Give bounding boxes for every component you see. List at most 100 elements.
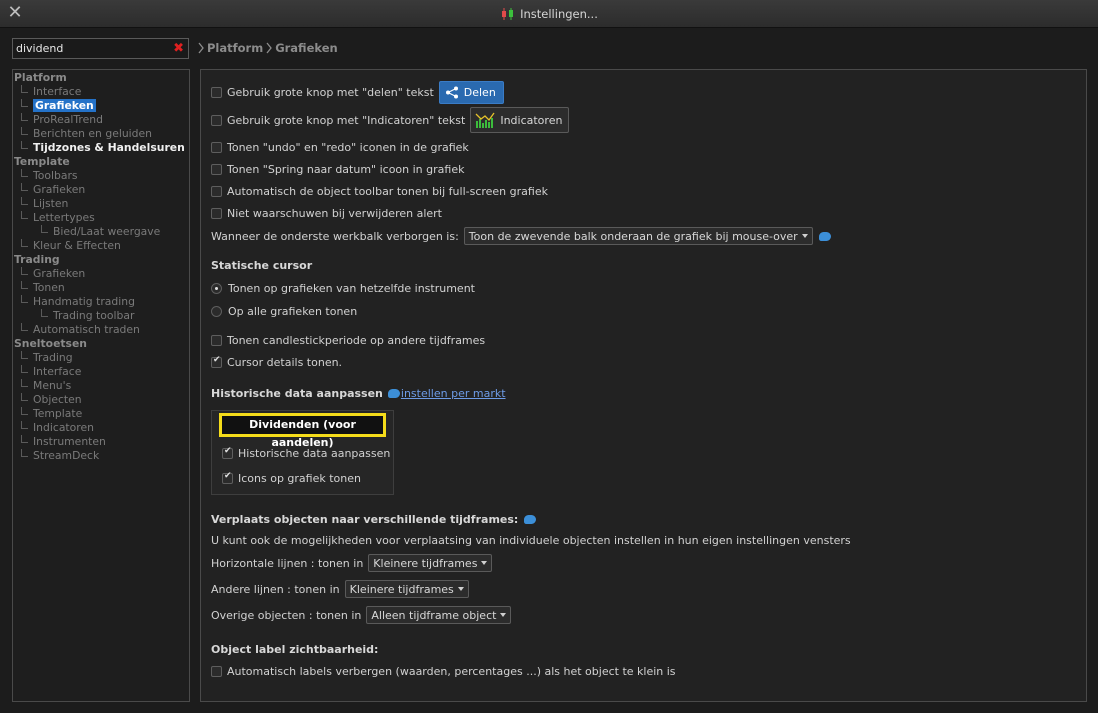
option-indicator-button-row: Gebruik grote knop met "Indicatoren" tek…: [211, 107, 570, 133]
radio-all-charts-row: Op alle grafieken tonen: [211, 302, 357, 320]
horizontal-lines-value: Kleinere tijdframes: [373, 556, 478, 570]
tree-item-grafieken-template[interactable]: Grafieken: [13, 183, 189, 197]
undo-redo-checkbox[interactable]: [211, 141, 222, 153]
tree-item-grafieken[interactable]: Grafieken: [13, 99, 189, 113]
show-icons-label: Icons op grafiek tonen: [238, 471, 361, 485]
tree-item-streamdeck[interactable]: StreamDeck: [13, 449, 189, 463]
tree-item-template-keys[interactable]: Template: [13, 407, 189, 421]
info-bubble-icon[interactable]: [524, 514, 537, 524]
tree-category-template[interactable]: Template: [13, 155, 189, 169]
search-input[interactable]: [16, 40, 166, 57]
other-objects-value: Alleen tijdframe object: [371, 608, 497, 622]
other-lines-row: Andere lijnen : tonen in Kleinere tijdfr…: [211, 580, 469, 598]
breadcrumb-item-platform[interactable]: Platform: [207, 41, 263, 55]
no-warn-checkbox[interactable]: [211, 207, 222, 219]
horizontal-lines-label: Horizontale lijnen : tonen in: [211, 556, 364, 570]
candle-period-label: Tonen candlestickperiode op andere tijdf…: [227, 333, 486, 347]
tree-item-menus[interactable]: Menu's: [13, 379, 189, 393]
move-objects-description: U kunt ook de mogelijkheden voor verplaa…: [211, 533, 851, 547]
dividend-box: Dividenden (voor aandelen) Historische d…: [211, 410, 394, 495]
tree-item-interface[interactable]: Interface: [13, 85, 189, 99]
window-title: Instellingen...: [0, 0, 1098, 28]
cursor-details-checkbox[interactable]: [211, 355, 222, 368]
share-button-checkbox[interactable]: [211, 86, 222, 98]
object-toolbar-label: Automatisch de object toolbar tonen bij …: [227, 184, 548, 198]
tree-item-tijdzones[interactable]: Tijdzones & Handelsuren: [13, 141, 189, 155]
tree-item-toolbars[interactable]: Toolbars: [13, 169, 189, 183]
option-cursor-details-row: Cursor details tonen.: [211, 353, 342, 371]
tree-item-handmatig[interactable]: Handmatig trading: [13, 295, 189, 309]
tree-item-objecten[interactable]: Objecten: [13, 393, 189, 407]
clear-search-icon[interactable]: ✖: [173, 41, 184, 56]
tree-item-indicatoren[interactable]: Indicatoren: [13, 421, 189, 435]
info-bubble-icon[interactable]: [387, 388, 400, 398]
window-title-text: Instellingen...: [520, 7, 598, 21]
bottom-bar-select[interactable]: Toon de zwevende balk onderaan de grafie…: [463, 227, 813, 245]
adjust-history-checkbox[interactable]: [222, 446, 233, 459]
tree-category-platform[interactable]: Platform: [13, 71, 189, 85]
radio-all-charts[interactable]: [211, 305, 222, 317]
auto-hide-labels-checkbox[interactable]: [211, 665, 222, 677]
other-lines-label: Andere lijnen : tonen in: [211, 582, 340, 596]
share-button[interactable]: Delen: [438, 80, 504, 104]
object-label-heading-row: Object label zichtbaarheid:: [211, 640, 378, 658]
radio-same-instrument[interactable]: [211, 282, 222, 294]
settings-tree: Platform Interface Grafieken ProRealTren…: [12, 69, 190, 702]
chevron-down-icon: [457, 587, 464, 591]
move-objects-heading: Verplaats objecten naar verschillende ti…: [211, 512, 519, 526]
indicator-button-checkbox[interactable]: [211, 114, 222, 126]
share-button-text: Delen: [463, 85, 496, 99]
search-box[interactable]: ✖: [12, 38, 189, 59]
breadcrumb-item-grafieken[interactable]: Grafieken: [275, 41, 338, 55]
horizontal-lines-select[interactable]: Kleinere tijdframes: [368, 554, 493, 572]
other-lines-select[interactable]: Kleinere tijdframes: [344, 580, 469, 598]
historic-heading: Historische data aanpassen: [211, 386, 383, 400]
tree-item-grafieken-trading[interactable]: Grafieken: [13, 267, 189, 281]
adjust-history-row: Historische data aanpassen: [222, 444, 390, 462]
tree-item-trading-toolbar[interactable]: Trading toolbar: [13, 309, 189, 323]
static-cursor-heading: Statische cursor: [211, 258, 313, 272]
title-bar: ✕ Instellingen...: [0, 0, 1098, 28]
adjust-history-label: Historische data aanpassen: [238, 446, 391, 460]
other-objects-row: Overige objecten : tonen in Alleen tijdf…: [211, 606, 512, 624]
indicators-button-text: Indicatoren: [500, 113, 563, 127]
radio-same-instrument-label: Tonen op grafieken van hetzelfde instrum…: [228, 281, 475, 295]
tree-item-trading-keys[interactable]: Trading: [13, 351, 189, 365]
tree-category-sneltoetsen[interactable]: Sneltoetsen: [13, 337, 189, 351]
option-share-button-row: Gebruik grote knop met "delen" tekst Del…: [211, 80, 504, 104]
tree-category-trading[interactable]: Trading: [13, 253, 189, 267]
chevron-right-icon: [266, 42, 273, 54]
show-icons-checkbox[interactable]: [222, 471, 233, 484]
share-icon: [445, 86, 458, 98]
share-button-label: Gebruik grote knop met "delen" tekst: [227, 85, 434, 99]
tree-item-tonen[interactable]: Tonen: [13, 281, 189, 295]
indicator-button-label: Gebruik grote knop met "Indicatoren" tek…: [227, 113, 466, 127]
tree-item-instrumenten[interactable]: Instrumenten: [13, 435, 189, 449]
bottom-bar-row: Wanneer de onderste werkbalk verborgen i…: [211, 227, 831, 245]
move-objects-desc-row: U kunt ook de mogelijkheden voor verplaa…: [211, 531, 851, 549]
other-lines-value: Kleinere tijdframes: [349, 582, 454, 596]
candle-period-checkbox[interactable]: [211, 334, 222, 346]
other-objects-select[interactable]: Alleen tijdframe object: [366, 606, 512, 624]
auto-hide-labels-row: Automatisch labels verbergen (waarden, p…: [211, 662, 676, 680]
jump-date-checkbox[interactable]: [211, 163, 222, 175]
tree-item-automatisch[interactable]: Automatisch traden: [13, 323, 189, 337]
tree-item-kleur-effecten[interactable]: Kleur & Effecten: [13, 239, 189, 253]
object-toolbar-checkbox[interactable]: [211, 185, 222, 197]
horizontal-lines-row: Horizontale lijnen : tonen in Kleinere t…: [211, 554, 493, 572]
tree-item-lettertypes[interactable]: Lettertypes: [13, 211, 189, 225]
tree-item-berichten[interactable]: Berichten en geluiden: [13, 127, 189, 141]
other-objects-label: Overige objecten : tonen in: [211, 608, 362, 622]
indicators-button[interactable]: Indicatoren: [470, 107, 570, 133]
dividend-tab[interactable]: Dividenden (voor aandelen): [219, 413, 386, 449]
tree-item-bied-laat[interactable]: Bied/Laat weergave: [13, 225, 189, 239]
indicator-chart-icon: [475, 112, 495, 128]
tree-item-prorealtrend[interactable]: ProRealTrend: [13, 113, 189, 127]
jump-date-label: Tonen "Spring naar datum" icoon in grafi…: [227, 162, 465, 176]
app-candlestick-icon: [502, 8, 514, 20]
per-market-link[interactable]: instellen per markt: [401, 387, 506, 400]
info-bubble-icon[interactable]: [818, 231, 831, 241]
tree-item-lijsten[interactable]: Lijsten: [13, 197, 189, 211]
object-label-heading: Object label zichtbaarheid:: [211, 642, 379, 656]
tree-item-interface-keys[interactable]: Interface: [13, 365, 189, 379]
